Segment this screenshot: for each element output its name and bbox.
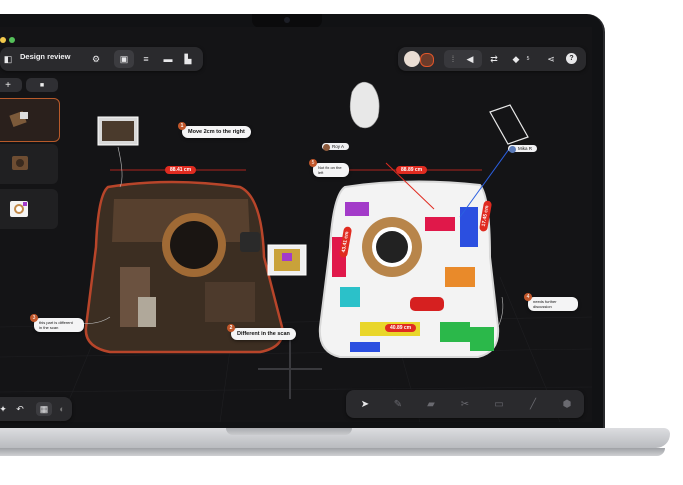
brush-icon[interactable]: ╱ [518, 390, 548, 418]
user-device-frame [489, 104, 529, 145]
annotation-note[interactable]: 4 needs further discussion [524, 293, 578, 311]
undo-icon[interactable]: ↶ [14, 403, 26, 415]
camera-notch [252, 14, 322, 28]
viewport[interactable] [0, 27, 592, 422]
user-label: Roy A [322, 143, 350, 151]
measurement-label[interactable]: 88.41 cm [165, 166, 197, 174]
pen-icon[interactable]: ✎ [383, 390, 413, 418]
frame-icon[interactable]: ▭ [484, 390, 514, 418]
scissors-icon[interactable]: ✂ [450, 390, 480, 418]
cursor-icon[interactable]: ➤ [350, 390, 380, 418]
laptop-base [0, 428, 683, 485]
annotation-note[interactable]: 3 this part is different in the scan [30, 314, 84, 332]
measurement-label[interactable]: 88.89 cm [396, 166, 428, 174]
cube-icon[interactable]: ⬢ [552, 390, 582, 418]
comment-icon[interactable]: ▰ [416, 390, 446, 418]
grid-icon[interactable]: ▦ [36, 402, 52, 416]
measurement-label[interactable]: 40.89 cm [385, 324, 417, 332]
scanned-model[interactable] [84, 180, 284, 354]
annotation-note[interactable]: 2 Different in the scan [227, 324, 296, 340]
pin-icon[interactable]: ✦ [0, 403, 8, 415]
annotation-note[interactable]: 5 Not fix on the left [309, 159, 349, 177]
user-label: Mika R [508, 145, 538, 153]
half-icon[interactable]: ◐ [56, 403, 68, 415]
user-head-model [349, 81, 380, 129]
annotation-note[interactable]: 1 Move 2cm to the right [178, 122, 251, 138]
